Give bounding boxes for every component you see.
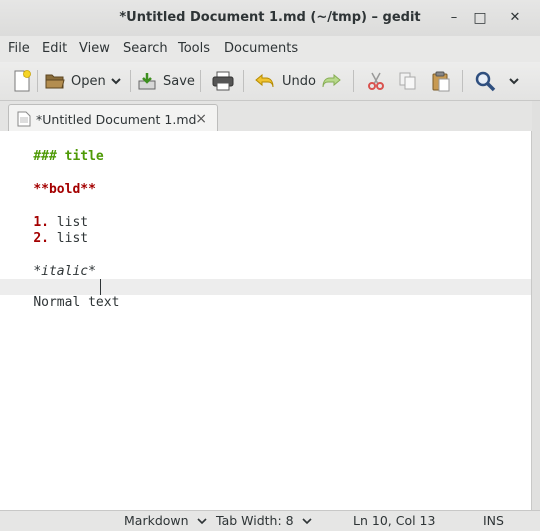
- editor-line-5: 1. list: [2, 199, 88, 230]
- print-icon: [212, 71, 234, 91]
- toolbar-separator: [130, 70, 131, 92]
- close-button[interactable]: ✕: [505, 8, 525, 28]
- toolbar-separator: [353, 70, 354, 92]
- open-button[interactable]: Open: [45, 68, 106, 94]
- cursor-position: Ln 10, Col 13: [353, 513, 436, 528]
- chevron-down-icon: [509, 78, 519, 85]
- toolbar-separator: [462, 70, 463, 92]
- menu-search[interactable]: Search: [123, 41, 168, 56]
- menu-tools[interactable]: Tools: [178, 41, 210, 56]
- search-icon: [475, 71, 496, 92]
- status-bar: Markdown Tab Width: 8 Ln 10, Col 13 INS: [0, 510, 540, 531]
- cut-icon: [368, 72, 384, 90]
- paste-icon: [432, 71, 450, 92]
- tab-label: *Untitled Document 1.md: [36, 111, 197, 127]
- open-label: Open: [71, 73, 106, 89]
- chevron-down-icon: [196, 518, 207, 525]
- italic-text: *italic*: [33, 264, 96, 279]
- tab-width-selector[interactable]: Tab Width: 8: [216, 513, 312, 528]
- print-button[interactable]: [212, 68, 234, 94]
- tab-close-button[interactable]: ×: [195, 111, 207, 127]
- bold-text: **bold**: [33, 182, 96, 197]
- text-editor[interactable]: ### title **bold** 1. list 2. list *ital…: [0, 131, 532, 510]
- undo-label: Undo: [282, 73, 316, 89]
- redo-button[interactable]: [320, 68, 342, 94]
- editor-line-3: **bold**: [2, 166, 96, 197]
- open-recent-dropdown[interactable]: [110, 68, 122, 94]
- chevron-down-icon: [111, 78, 121, 85]
- new-document-icon: [14, 70, 31, 92]
- insert-mode: INS: [483, 513, 504, 528]
- editor-line-8: *italic*: [2, 248, 96, 279]
- document-icon: [17, 111, 31, 127]
- editor-line-10: Normal text: [2, 279, 119, 310]
- list-item-2: 2. list: [33, 231, 88, 246]
- open-folder-icon: [45, 74, 65, 89]
- menu-documents[interactable]: Documents: [224, 41, 298, 56]
- search-button[interactable]: [474, 68, 496, 94]
- chevron-down-icon: [302, 518, 312, 525]
- undo-button[interactable]: Undo: [254, 68, 316, 94]
- title-bar: *Untitled Document 1.md (~/tmp) – gedit …: [0, 0, 540, 36]
- list-marker: 2.: [33, 231, 49, 246]
- cut-button[interactable]: [366, 68, 386, 94]
- new-button[interactable]: [12, 68, 32, 94]
- copy-icon: [399, 72, 416, 90]
- background-window-edge: [532, 101, 540, 510]
- copy-button[interactable]: [398, 68, 418, 94]
- toolbar-separator: [37, 70, 38, 92]
- toolbar-separator: [200, 70, 201, 92]
- language-label: Markdown: [124, 513, 189, 528]
- save-label: Save: [163, 73, 195, 89]
- editor-line-1: ### title: [2, 133, 103, 164]
- menu-view[interactable]: View: [79, 41, 110, 56]
- save-button[interactable]: Save: [137, 68, 195, 94]
- undo-icon: [255, 73, 274, 88]
- search-dropdown[interactable]: [508, 68, 520, 94]
- editor-line-6: 2. list: [2, 215, 88, 246]
- paste-button[interactable]: [431, 68, 451, 94]
- toolbar-separator: [243, 70, 244, 92]
- text-cursor: [100, 279, 101, 295]
- menu-edit[interactable]: Edit: [42, 41, 67, 56]
- toolbar: Open Save Undo: [0, 62, 540, 101]
- menu-bar: File Edit View Search Tools Documents: [0, 36, 540, 62]
- language-selector[interactable]: Markdown: [124, 513, 207, 528]
- minimize-button[interactable]: –: [444, 8, 464, 28]
- save-icon: [138, 73, 156, 90]
- tab-bar: *Untitled Document 1.md ×: [0, 101, 540, 133]
- tab-width-label: Tab Width: 8: [216, 513, 294, 528]
- list-item-text: list: [48, 231, 89, 246]
- maximize-button[interactable]: □: [470, 8, 490, 28]
- tab-untitled-document[interactable]: *Untitled Document 1.md ×: [8, 104, 218, 133]
- redo-icon: [322, 73, 341, 88]
- normal-text: Normal text: [33, 295, 120, 310]
- heading-text: ### title: [33, 149, 104, 164]
- menu-file[interactable]: File: [8, 41, 30, 56]
